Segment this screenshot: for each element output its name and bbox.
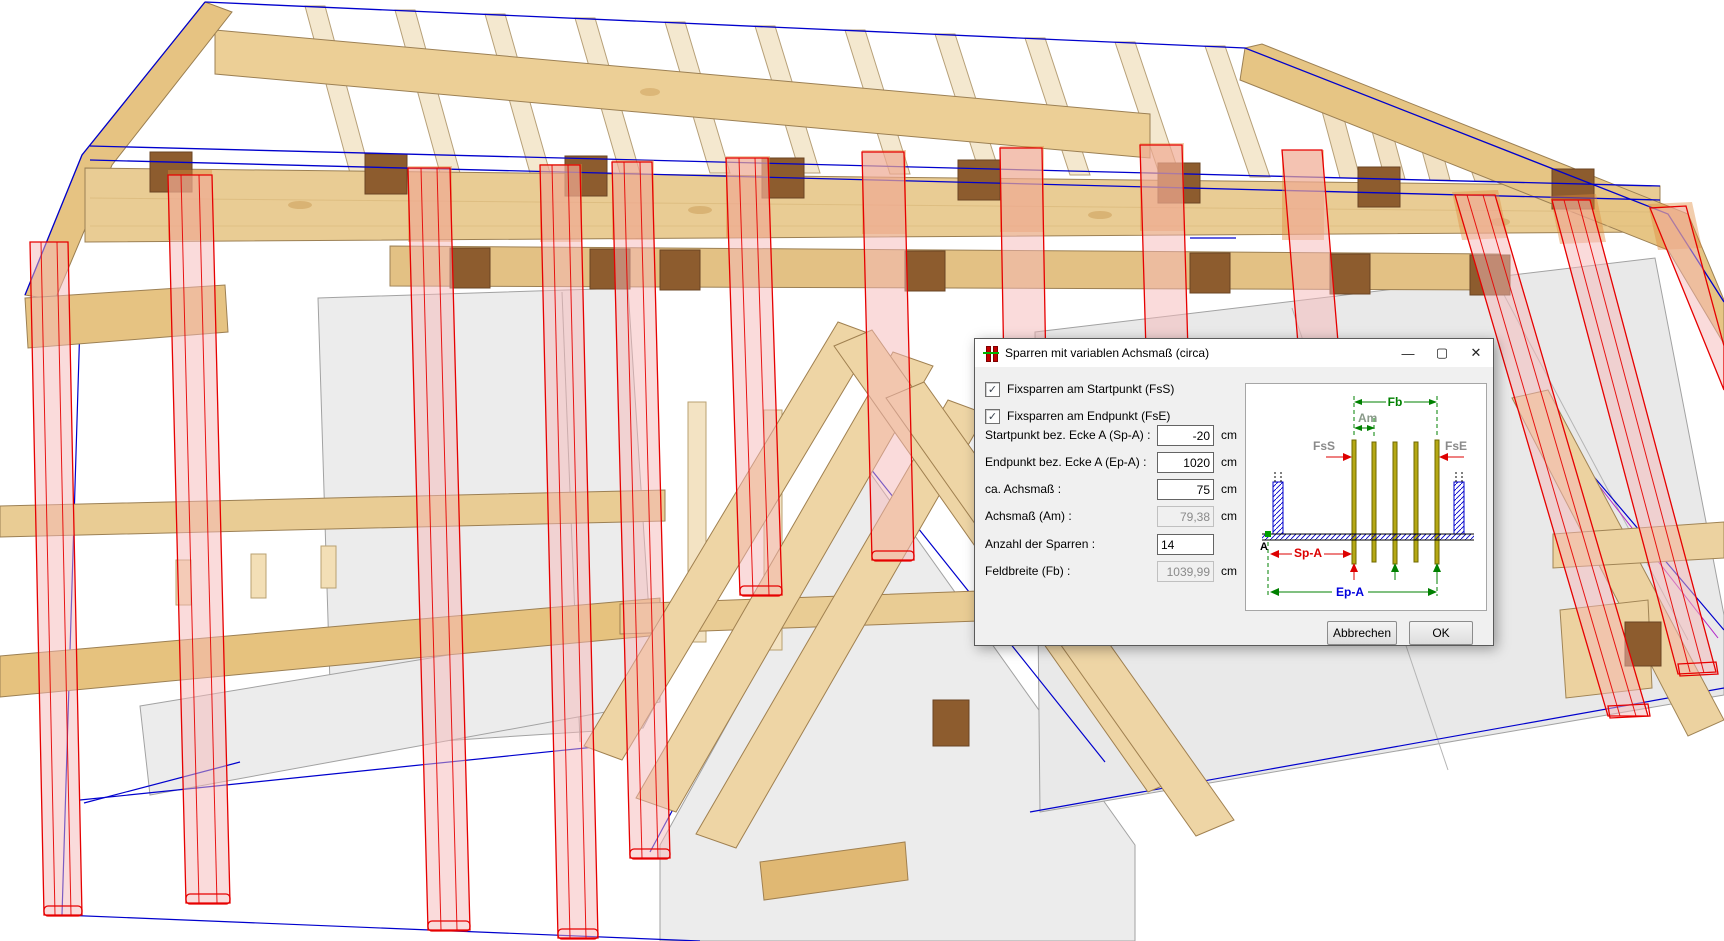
diagram-rafter-bars bbox=[1352, 440, 1439, 564]
checkbox-fixsparren-start[interactable]: ✓ Fixsparren am Startpunkt (FsS) bbox=[985, 381, 1174, 397]
label-achsmass: Achsmaß (Am) : bbox=[985, 506, 1155, 527]
label-ca-achsmass: ca. Achsmaß : bbox=[985, 479, 1155, 500]
rafter-schematic-diagram: Fb Am FsS FsE bbox=[1245, 383, 1487, 611]
input-ca-achsmass[interactable] bbox=[1157, 479, 1214, 500]
fse-arrow bbox=[1439, 453, 1464, 461]
rafter-dialog-icon bbox=[983, 345, 999, 361]
ok-button[interactable]: OK bbox=[1409, 621, 1473, 645]
diagram-support-arrows bbox=[1350, 563, 1441, 580]
input-achsmass bbox=[1157, 506, 1214, 527]
input-anzahl-sparren[interactable] bbox=[1157, 534, 1214, 555]
label-anzahl-sparren: Anzahl der Sparren : bbox=[985, 534, 1155, 555]
dialog-titlebar[interactable]: Sparren mit variablen Achsmaß (circa) — … bbox=[975, 339, 1493, 367]
input-startpunkt[interactable] bbox=[1157, 425, 1214, 446]
diagram-plate bbox=[1262, 531, 1474, 540]
svg-text:Fb: Fb bbox=[1388, 395, 1403, 409]
input-endpunkt[interactable] bbox=[1157, 452, 1214, 473]
svg-text:Ep-A: Ep-A bbox=[1336, 585, 1364, 599]
fss-arrow bbox=[1326, 453, 1352, 461]
close-button[interactable]: ✕ bbox=[1459, 339, 1493, 367]
dialog-title: Sparren mit variablen Achsmaß (circa) bbox=[1005, 346, 1391, 360]
input-feldbreite bbox=[1157, 561, 1214, 582]
label-endpunkt: Endpunkt bez. Ecke A (Ep-A) : bbox=[985, 452, 1155, 473]
svg-text:Am: Am bbox=[1358, 411, 1377, 425]
svg-text:A: A bbox=[1260, 541, 1268, 553]
checkbox-check-icon: ✓ bbox=[985, 382, 1000, 397]
checkbox-label: Fixsparren am Endpunkt (FsE) bbox=[1007, 409, 1170, 423]
svg-text:Sp-A: Sp-A bbox=[1294, 546, 1322, 560]
svg-text:FsS: FsS bbox=[1313, 439, 1335, 453]
label-feldbreite: Feldbreite (Fb) : bbox=[985, 561, 1155, 582]
checkbox-check-icon: ✓ bbox=[985, 409, 1000, 424]
sparren-dialog: Sparren mit variablen Achsmaß (circa) — … bbox=[974, 338, 1494, 646]
checkbox-label: Fixsparren am Startpunkt (FsS) bbox=[1007, 382, 1174, 396]
diagram-dim-am bbox=[1354, 425, 1375, 431]
svg-text:FsE: FsE bbox=[1445, 439, 1467, 453]
checkbox-fixsparren-end[interactable]: ✓ Fixsparren am Endpunkt (FsE) bbox=[985, 408, 1170, 424]
label-startpunkt: Startpunkt bez. Ecke A (Sp-A) : bbox=[985, 425, 1155, 446]
abbrechen-button[interactable]: Abbrechen bbox=[1327, 621, 1397, 645]
minimize-button[interactable]: — bbox=[1391, 339, 1425, 367]
maximize-button[interactable]: ▢ bbox=[1425, 339, 1459, 367]
